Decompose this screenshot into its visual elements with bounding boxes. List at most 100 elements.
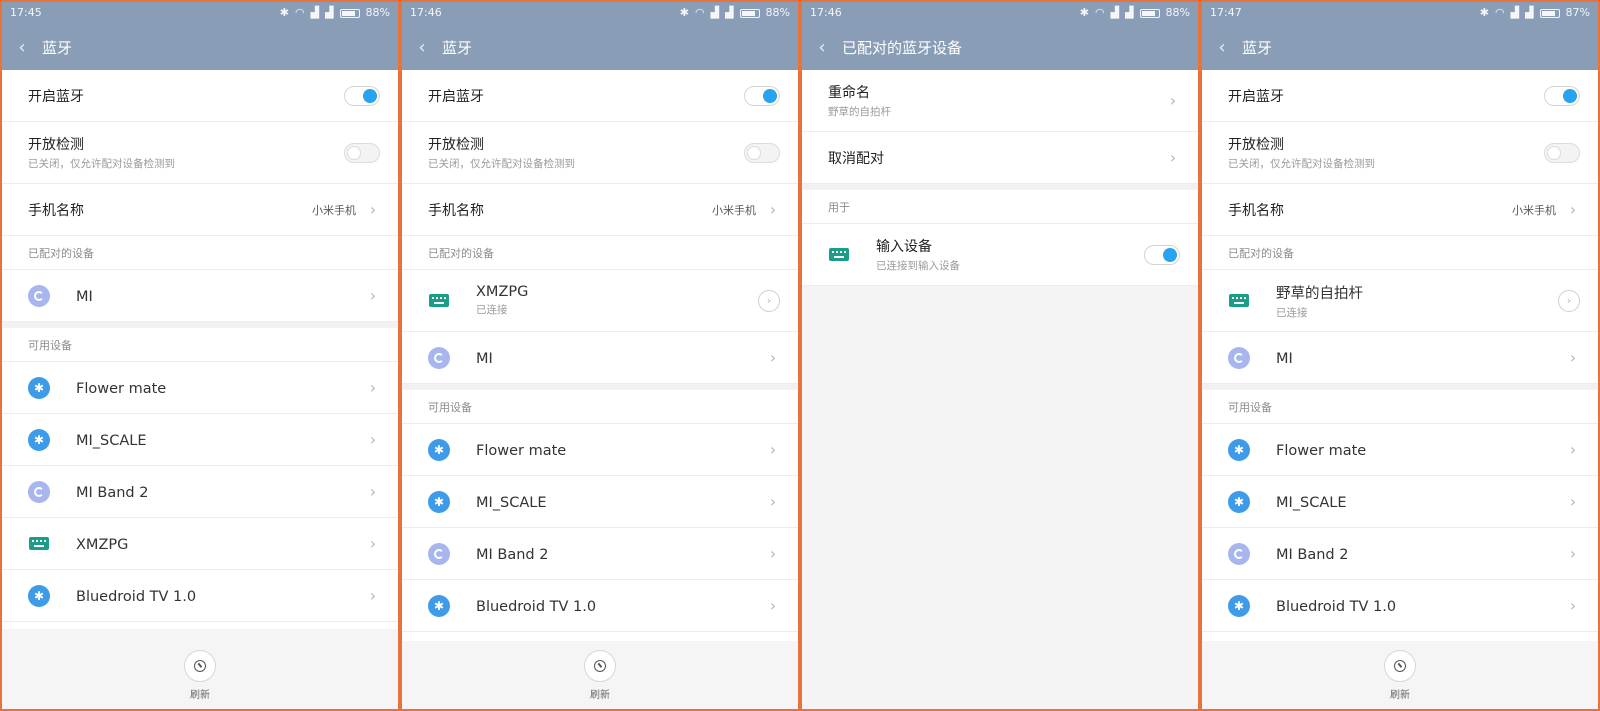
battery-level	[341, 10, 356, 16]
discoverable-toggle[interactable]	[1544, 142, 1580, 163]
battery-icon	[1539, 8, 1560, 18]
bluetooth-toggle-row[interactable]: 开启蓝牙	[2, 70, 398, 122]
chevron-right-icon: ›	[1569, 596, 1577, 615]
wifi-icon: ◠	[695, 6, 705, 19]
bluetooth-icon: ✱	[28, 584, 50, 607]
keyboard-icon	[428, 290, 450, 312]
battery-level	[1141, 10, 1156, 16]
battery-percent: 88%	[765, 6, 790, 19]
discoverable-toggle-row[interactable]: 开放检测 已关闭，仅允许配对设备检测到	[1202, 122, 1598, 184]
available-device-row[interactable]: ✱ MI_SCALE ›	[402, 476, 798, 528]
input-device-row[interactable]: 输入设备 已连接到输入设备	[802, 224, 1198, 286]
available-device-row[interactable]: ✱ Bluedroid TV 1.0 ›	[2, 570, 398, 622]
phone-name-row[interactable]: 手机名称 小米手机 ›	[2, 184, 398, 236]
refresh-label: 刷新	[1390, 690, 1410, 701]
paired-device-row[interactable]: 野草的自拍杆 已连接 ›	[1202, 270, 1598, 332]
device-name: Bluedroid TV 1.0	[476, 599, 597, 615]
chevron-right-icon: ›	[769, 348, 777, 367]
toggle-knob	[1163, 247, 1177, 262]
chevron-right-icon: ›	[769, 596, 777, 615]
back-arrow-icon[interactable]: ‹	[1202, 37, 1242, 58]
chevron-right-icon: ›	[369, 200, 377, 219]
chevron-right-icon: ›	[369, 534, 377, 553]
rename-row[interactable]: 重命名 野草的自拍杆 ›	[802, 70, 1198, 132]
bluetooth-toggle-row[interactable]: 开启蓝牙	[1202, 70, 1598, 122]
paired-device-row[interactable]: XMZPG 已连接 ›	[402, 270, 798, 332]
chevron-right-icon: ›	[369, 482, 377, 501]
input-device-toggle[interactable]	[1144, 244, 1180, 265]
toggle-knob	[363, 88, 377, 103]
chevron-right-icon: ›	[369, 378, 377, 397]
discoverable-label: 开放检测	[28, 137, 84, 153]
refresh-control[interactable]: 刷新	[184, 650, 216, 701]
back-arrow-icon[interactable]: ‹	[2, 37, 42, 58]
discoverable-toggle[interactable]	[344, 142, 380, 163]
phone-name-row[interactable]: 手机名称 小米手机 ›	[1202, 184, 1598, 236]
battery-level	[741, 10, 756, 16]
status-time: 17:45	[10, 6, 42, 19]
back-arrow-icon[interactable]: ‹	[802, 37, 842, 58]
available-device-row[interactable]: ✱ MI_SCALE ›	[2, 414, 398, 466]
phone-name-label: 手机名称	[1228, 202, 1284, 219]
wifi-icon: ◠	[1095, 6, 1105, 19]
device-name: XMZPG	[76, 537, 129, 553]
refresh-button[interactable]	[584, 650, 616, 682]
unpair-row[interactable]: 取消配对 ›	[802, 132, 1198, 184]
bluetooth-toggle-row[interactable]: 开启蓝牙	[402, 70, 798, 122]
device-name: Flower mate	[1276, 443, 1367, 459]
available-device-row[interactable]: MI Band 2 ›	[402, 528, 798, 580]
available-device-row[interactable]: ✱ Flower mate ›	[402, 424, 798, 476]
device-name: Flower mate	[76, 381, 167, 397]
device-settings-icon[interactable]: ›	[1558, 289, 1580, 312]
screen-2: 17:46 ✱ ◠ ▟ ▟ 88% ‹ 蓝牙 开启蓝牙 开放检测 已关闭，仅允许…	[402, 2, 798, 709]
wifi-icon: ◠	[1495, 6, 1505, 19]
page-title: 蓝牙	[442, 38, 473, 57]
wifi-icon: ◠	[295, 6, 305, 19]
chevron-right-icon: ›	[369, 586, 377, 605]
input-device-sub: 已连接到输入设备	[876, 260, 960, 272]
paired-devices-header: 已配对的设备	[402, 236, 798, 270]
paired-device-row[interactable]: MI ›	[402, 332, 798, 384]
phone-name-value: 小米手机	[1512, 203, 1556, 217]
paired-device-row[interactable]: MI ›	[1202, 332, 1598, 384]
back-arrow-icon[interactable]: ‹	[402, 37, 442, 58]
bluetooth-toggle[interactable]	[344, 85, 380, 106]
discoverable-toggle[interactable]	[744, 142, 780, 163]
signal-icon: ▟	[325, 6, 334, 19]
available-device-row[interactable]: XMZPG ›	[2, 518, 398, 570]
bluetooth-toggle[interactable]	[1544, 85, 1580, 106]
page-title: 已配对的蓝牙设备	[842, 38, 963, 57]
refresh-button[interactable]	[184, 650, 216, 682]
available-device-row[interactable]: ✱ Bluedroid TV 1.0 ›	[402, 580, 798, 632]
paired-device-row[interactable]: MI ›	[2, 270, 398, 322]
signal-icon: ▟	[710, 6, 720, 19]
phone-name-value: 小米手机	[712, 203, 756, 217]
available-device-row[interactable]: ✱ MI_SCALE ›	[1202, 476, 1598, 528]
available-device-row[interactable]: ✱ Bluedroid TV 1.0 ›	[1202, 580, 1598, 632]
band-icon	[1228, 542, 1250, 565]
bluetooth-toggle[interactable]	[744, 85, 780, 106]
discoverable-toggle-row[interactable]: 开放检测 已关闭，仅允许配对设备检测到	[402, 122, 798, 184]
available-devices-header: 可用设备	[1202, 390, 1598, 424]
refresh-button[interactable]	[1384, 650, 1416, 682]
bluetooth-icon: ✱	[1228, 438, 1250, 461]
page-title: 蓝牙	[42, 38, 73, 57]
chevron-right-icon: ›	[769, 492, 777, 511]
available-device-row[interactable]: ✱ Flower mate ›	[2, 362, 398, 414]
refresh-control[interactable]: 刷新	[584, 650, 616, 701]
refresh-control[interactable]: 刷新	[1384, 650, 1416, 701]
available-device-row[interactable]: MI Band 2 ›	[2, 466, 398, 518]
device-settings-icon[interactable]: ›	[758, 289, 780, 312]
signal-icon: ▟	[1525, 6, 1534, 19]
input-device-label: 输入设备	[876, 239, 932, 255]
available-device-row[interactable]: ✱ Flower mate ›	[1202, 424, 1598, 476]
signal-icon: ▟	[1510, 6, 1520, 19]
status-bar: 17:46 ✱ ◠ ▟ ▟ 88%	[802, 2, 1198, 24]
device-name: MI	[476, 351, 493, 367]
phone-name-row[interactable]: 手机名称 小米手机 ›	[402, 184, 798, 236]
available-device-row[interactable]: MI Band 2 ›	[1202, 528, 1598, 580]
title-bar: ‹ 蓝牙	[402, 24, 798, 70]
screen-4: 17:47 ✱ ◠ ▟ ▟ 87% ‹ 蓝牙 开启蓝牙 开放检测 已关闭，仅允许…	[1202, 2, 1598, 709]
status-icons: ✱ ◠ ▟ ▟ 88%	[680, 2, 790, 24]
discoverable-toggle-row[interactable]: 开放检测 已关闭，仅允许配对设备检测到	[2, 122, 398, 184]
